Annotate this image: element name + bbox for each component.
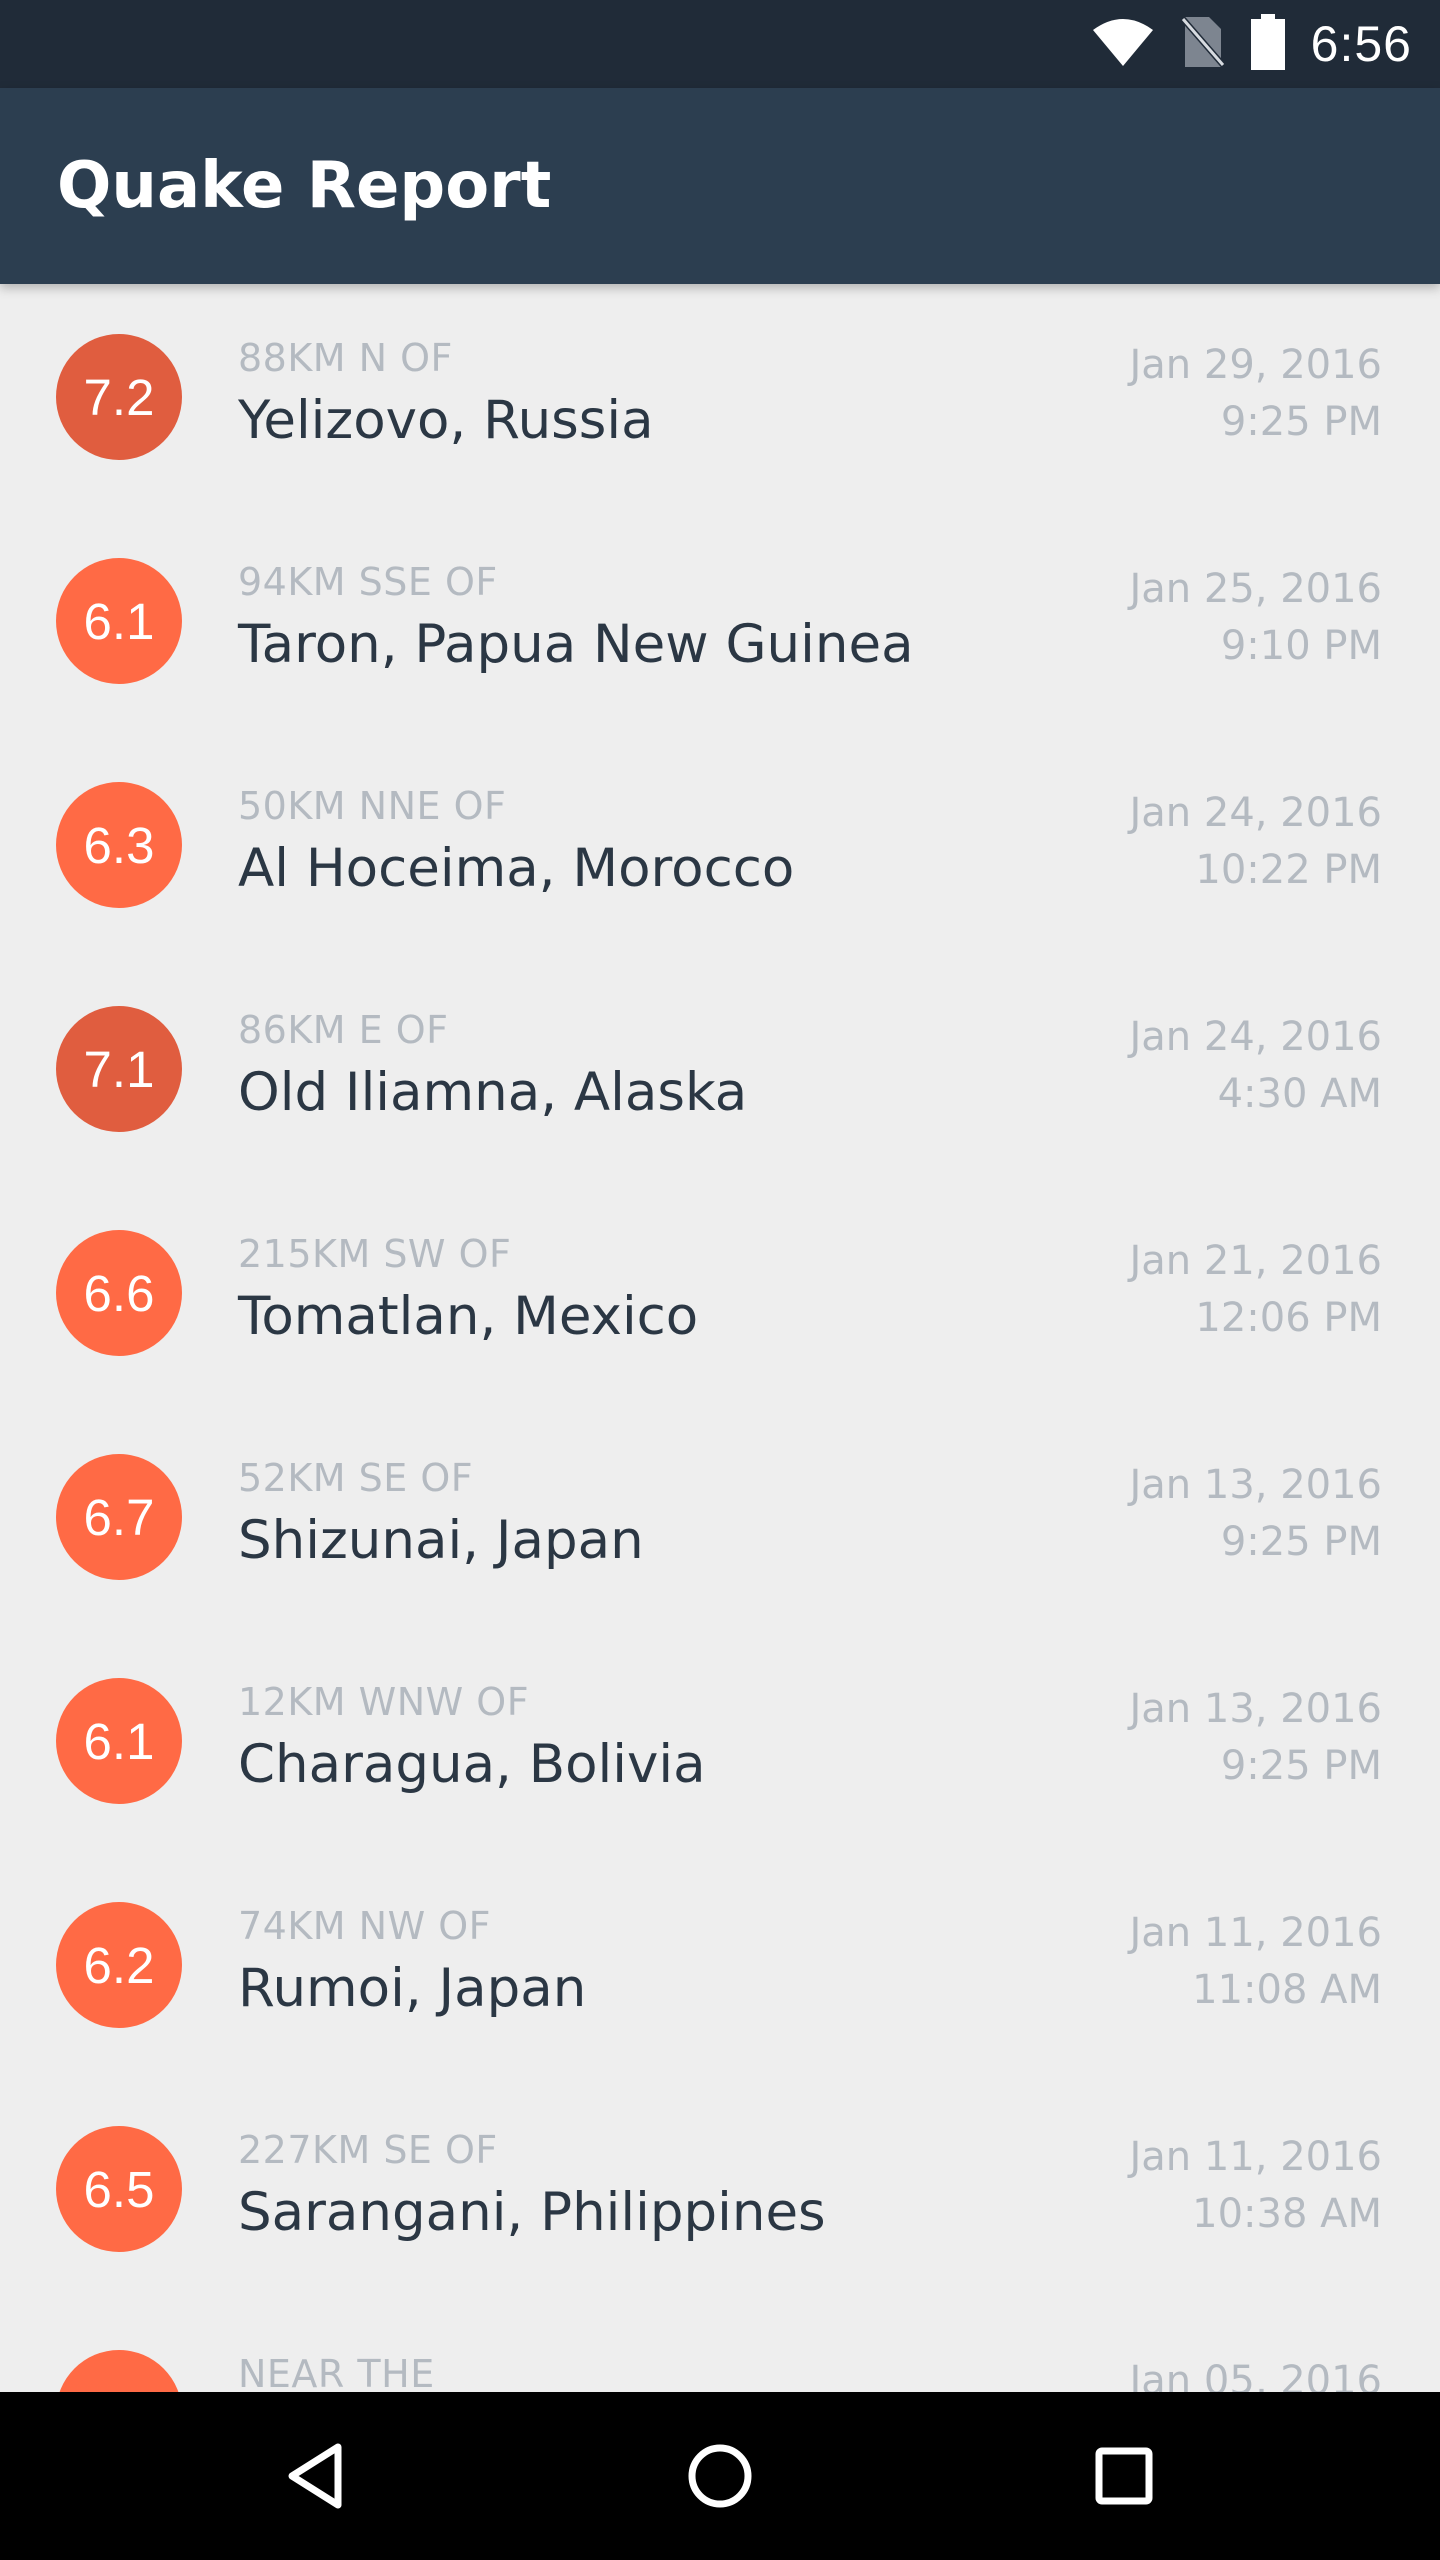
quake-date: Jan 21, 2016: [1129, 1238, 1383, 1284]
quake-time: 9:25 PM: [1220, 1519, 1382, 1565]
quake-date: Jan 11, 2016: [1129, 1910, 1383, 1956]
status-time: 6:56: [1310, 16, 1412, 72]
status-icons: 6:56: [1091, 0, 1412, 88]
magnitude-circle: 6.3: [56, 782, 182, 908]
quake-date: Jan 05, 2016: [1129, 2358, 1383, 2392]
recents-button[interactable]: [1040, 2392, 1208, 2560]
list-item[interactable]: 6.3 50KM NNE OF Al Hoceima, Morocco Jan 24,…: [0, 732, 1440, 956]
battery-icon: [1250, 14, 1285, 74]
magnitude-circle: 6.2: [56, 1902, 182, 2028]
quake-time: 9:10 PM: [1220, 623, 1382, 669]
quake-date: Jan 11, 2016: [1129, 2134, 1383, 2180]
quake-time: 11:08 AM: [1192, 1967, 1382, 2013]
home-button[interactable]: [636, 2392, 804, 2560]
wifi-icon: [1091, 16, 1155, 72]
list-item[interactable]: 6.5 227KM SE OF Sarangani, Philippines Jan …: [0, 2076, 1440, 2300]
location-offset: 215KM SW OF: [238, 1232, 512, 1276]
recents-icon: [1095, 2447, 1153, 2505]
location-offset: 94KM SSE OF: [238, 560, 498, 604]
quake-time: 12:06 PM: [1195, 1295, 1382, 1341]
quake-date: Jan 13, 2016: [1129, 1462, 1383, 1508]
primary-location: Old Iliamna, Alaska: [238, 1062, 748, 1123]
magnitude-circle: 6.1: [56, 558, 182, 684]
location-offset: 52KM SE OF: [238, 1456, 474, 1500]
status-bar: 6:56: [0, 0, 1440, 88]
navigation-bar: [0, 2392, 1440, 2560]
primary-location: Sarangani, Philippines: [238, 2182, 826, 2243]
app-bar: Quake Report: [0, 88, 1440, 284]
magnitude-circle: [56, 2350, 182, 2392]
primary-location: Shizunai, Japan: [238, 1510, 644, 1571]
location-offset: NEAR THE: [238, 2352, 435, 2392]
quake-time: 10:22 PM: [1195, 847, 1382, 893]
magnitude-circle: 7.1: [56, 1006, 182, 1132]
back-icon: [288, 2443, 342, 2509]
quake-time: 10:38 AM: [1192, 2191, 1382, 2237]
primary-location: Tomatlan, Mexico: [238, 1286, 699, 1347]
home-icon: [688, 2444, 752, 2508]
primary-location: Yelizovo, Russia: [238, 390, 654, 451]
location-offset: 12KM WNW OF: [238, 1680, 530, 1724]
list-item[interactable]: 6.6 215KM SW OF Tomatlan, Mexico Jan 21, 20…: [0, 1180, 1440, 1404]
quake-time: 9:25 PM: [1220, 1743, 1382, 1789]
quake-time: 4:30 AM: [1217, 1071, 1382, 1117]
list-item[interactable]: 6.1 94KM SSE OF Taron, Papua New Guinea Jan…: [0, 508, 1440, 732]
location-offset: 86KM E OF: [238, 1008, 449, 1052]
primary-location: Al Hoceima, Morocco: [238, 838, 795, 899]
location-offset: 74KM NW OF: [238, 1904, 491, 1948]
quake-time: 9:25 PM: [1220, 399, 1382, 445]
list-item[interactable]: 6.2 74KM NW OF Rumoi, Japan Jan 11, 2016 11:…: [0, 1852, 1440, 2076]
quake-date: Jan 24, 2016: [1129, 790, 1383, 836]
location-offset: 227KM SE OF: [238, 2128, 498, 2172]
magnitude-circle: 6.7: [56, 1454, 182, 1580]
magnitude-circle: 6.1: [56, 1678, 182, 1804]
list-item[interactable]: 6.7 52KM SE OF Shizunai, Japan Jan 13, 2016…: [0, 1404, 1440, 1628]
no-sim-icon: [1180, 15, 1225, 73]
back-button[interactable]: [232, 2392, 400, 2560]
earthquake-list[interactable]: 7.2 88KM N OF Yelizovo, Russia Jan 29, 2016…: [0, 284, 1440, 2392]
list-item[interactable]: 7.1 86KM E OF Old Iliamna, Alaska Jan 24, 2…: [0, 956, 1440, 1180]
quake-date: Jan 25, 2016: [1129, 566, 1383, 612]
quake-date: Jan 24, 2016: [1129, 1014, 1383, 1060]
list-item[interactable]: NEAR THE Jan 05, 2016: [0, 2300, 1440, 2392]
quake-date: Jan 13, 2016: [1129, 1686, 1383, 1732]
primary-location: Charagua, Bolivia: [238, 1734, 706, 1795]
app-title: Quake Report: [57, 149, 552, 223]
primary-location: Taron, Papua New Guinea: [238, 614, 914, 675]
quake-date: Jan 29, 2016: [1129, 342, 1383, 388]
list-item[interactable]: 7.2 88KM N OF Yelizovo, Russia Jan 29, 2016…: [0, 284, 1440, 508]
location-offset: 50KM NNE OF: [238, 784, 507, 828]
screen: 6:56 Quake Report 7.2 88KM N OF Yelizovo, …: [0, 0, 1440, 2560]
primary-location: Rumoi, Japan: [238, 1958, 587, 2019]
magnitude-circle: 6.6: [56, 1230, 182, 1356]
magnitude-circle: 6.5: [56, 2126, 182, 2252]
location-offset: 88KM N OF: [238, 336, 453, 380]
magnitude-circle: 7.2: [56, 334, 182, 460]
list-item[interactable]: 6.1 12KM WNW OF Charagua, Bolivia Jan 13, 2…: [0, 1628, 1440, 1852]
